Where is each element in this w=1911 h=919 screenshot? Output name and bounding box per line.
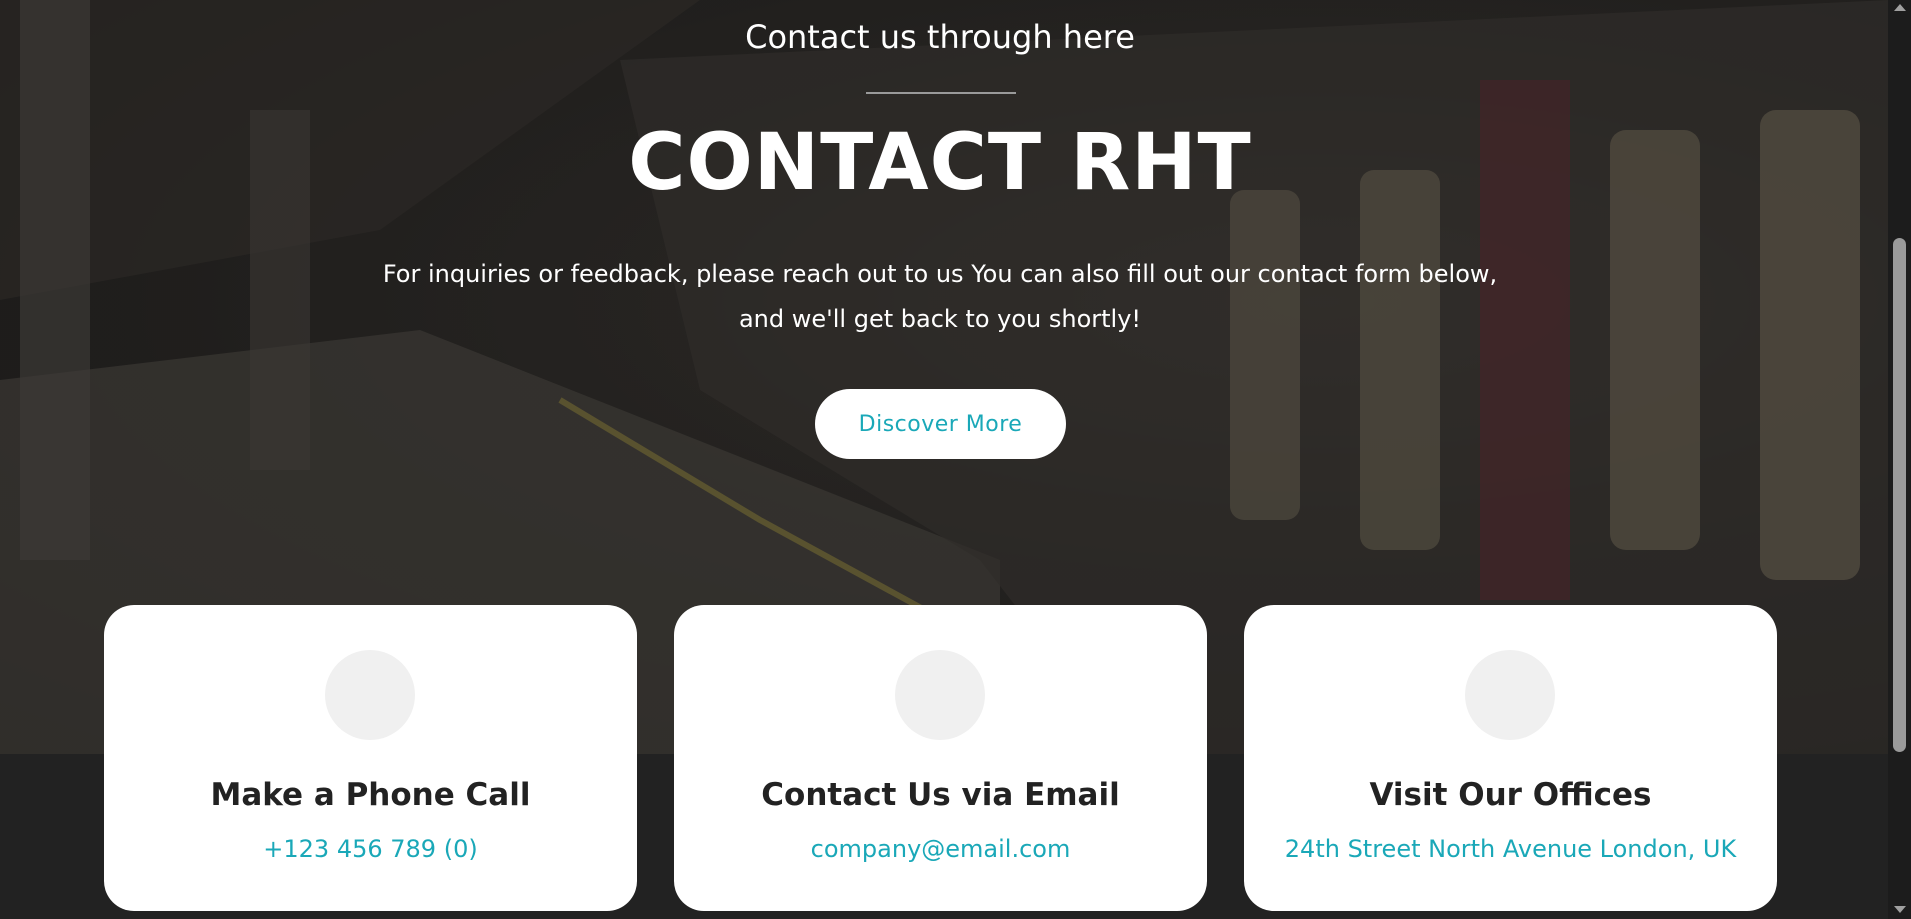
location-icon — [1465, 650, 1555, 740]
vertical-scrollbar[interactable] — [1888, 0, 1911, 919]
contact-cards: Make a Phone Call +123 456 789 (0) Conta… — [104, 605, 1777, 911]
phone-link[interactable]: +123 456 789 (0) — [104, 835, 637, 863]
contact-card-title: Visit Our Offices — [1369, 777, 1652, 813]
page-title: CONTACT RHT — [628, 118, 1252, 208]
discover-more-button[interactable]: Discover More — [815, 389, 1066, 459]
email-link[interactable]: company@email.com — [674, 835, 1207, 863]
phone-icon — [325, 650, 415, 740]
hero-description: For inquiries or feedback, please reach … — [382, 260, 1498, 333]
address-link[interactable]: 24th Street North Avenue London, UK — [1244, 835, 1777, 863]
contact-card-phone: Make a Phone Call +123 456 789 (0) — [104, 605, 637, 911]
hero-subtitle: Contact us through here — [745, 18, 1135, 56]
contact-card-title: Make a Phone Call — [210, 777, 531, 813]
scroll-down-arrow-icon[interactable] — [1894, 906, 1906, 913]
scroll-up-arrow-icon[interactable] — [1894, 4, 1906, 11]
contact-card-title: Contact Us via Email — [761, 777, 1120, 813]
scrollbar-thumb[interactable] — [1893, 238, 1906, 752]
contact-card-office: Visit Our Offices 24th Street North Aven… — [1244, 605, 1777, 911]
hero-divider — [866, 92, 1016, 94]
page: Contact us through here CONTACT RHT For … — [0, 0, 1911, 919]
email-icon — [895, 650, 985, 740]
contact-card-email: Contact Us via Email company@email.com — [674, 605, 1207, 911]
